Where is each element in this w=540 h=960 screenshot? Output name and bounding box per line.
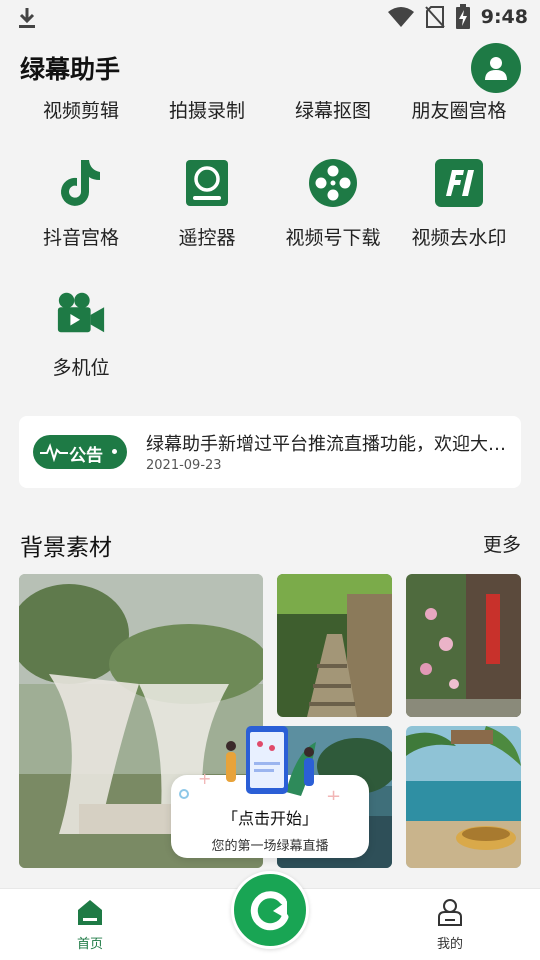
home-icon xyxy=(78,900,102,925)
grid-item-label: 视频号下载 xyxy=(285,227,381,249)
app-title: 绿幕助手 xyxy=(20,55,121,84)
nav-me-label: 我的 xyxy=(436,937,463,952)
remove-watermark-grid-item[interactable]: 视频去水印 xyxy=(396,157,522,250)
popup-subtitle: 您的第一场绿幕直播 xyxy=(211,839,329,854)
grid-item-label: 视频去水印 xyxy=(411,227,507,249)
nav-me-tab[interactable]: 我的 xyxy=(418,897,482,952)
more-link[interactable]: 更多 xyxy=(483,530,521,557)
nav-home-label: 首页 xyxy=(76,937,103,952)
clock: 9:48 xyxy=(480,6,528,28)
battery-charging-icon xyxy=(455,4,470,29)
flower-gate-image xyxy=(406,574,521,717)
film-reel-icon xyxy=(309,159,357,207)
tiktok-icon xyxy=(61,160,100,206)
announcement-date: 2021-09-23 xyxy=(146,458,222,473)
refresh-start-icon xyxy=(250,891,289,931)
pulse-icon xyxy=(40,443,68,462)
no-sim-icon xyxy=(424,6,445,28)
nav-home-tab[interactable]: 首页 xyxy=(58,897,122,952)
moments-grid-link[interactable]: 朋友圈宫格 xyxy=(396,96,522,123)
remote-icon xyxy=(186,160,228,206)
download-icon xyxy=(19,8,35,28)
start-live-button[interactable] xyxy=(231,871,309,949)
status-bar: 9:48 xyxy=(0,0,540,38)
video-edit-link[interactable]: 视频剪辑 xyxy=(18,96,144,123)
announcement-badge: 公告 xyxy=(33,435,127,469)
bamboo-path-image xyxy=(277,574,392,717)
beach-image xyxy=(406,726,521,868)
watermark-icon xyxy=(435,159,483,207)
section-title: 背景素材 xyxy=(20,535,112,561)
remote-grid-item[interactable]: 遥控器 xyxy=(144,157,270,250)
popup-title: 「点击开始」 xyxy=(221,809,318,828)
phone-illustration-icon: + + xyxy=(179,726,341,800)
top-shortcuts: 视频剪辑 拍摄录制 绿幕抠图 朋友圈宫格 xyxy=(18,96,522,122)
profile-icon xyxy=(438,899,462,926)
record-link[interactable]: 拍摄录制 xyxy=(144,96,270,123)
svg-text:+: + xyxy=(326,786,341,800)
announcement-card[interactable]: 公告 绿幕助手新增过平台推流直播功能，欢迎大家体验 2021-09-23 xyxy=(19,416,521,488)
tiktok-grid-item[interactable]: 抖音宫格 xyxy=(18,157,144,250)
material-image-bamboo-path[interactable] xyxy=(277,574,392,717)
avatar-button[interactable] xyxy=(471,43,521,93)
announcement-text: 绿幕助手新增过平台推流直播功能，欢迎大家体验 xyxy=(146,434,512,455)
grid-item-label: 遥控器 xyxy=(178,227,236,249)
multi-camera-grid-item[interactable]: 多机位 xyxy=(18,287,144,380)
wifi-icon xyxy=(387,7,414,27)
channel-download-grid-item[interactable]: 视频号下载 xyxy=(270,157,396,250)
video-camera-icon xyxy=(57,292,105,333)
grid-item-label: 多机位 xyxy=(52,357,110,379)
svg-text:+: + xyxy=(198,769,211,788)
user-icon xyxy=(485,57,507,80)
material-image-flower-gate[interactable] xyxy=(406,574,521,717)
material-image-beach[interactable] xyxy=(406,726,521,868)
green-screen-cutout-link[interactable]: 绿幕抠图 xyxy=(270,96,396,123)
grid-item-label: 抖音宫格 xyxy=(42,227,119,249)
